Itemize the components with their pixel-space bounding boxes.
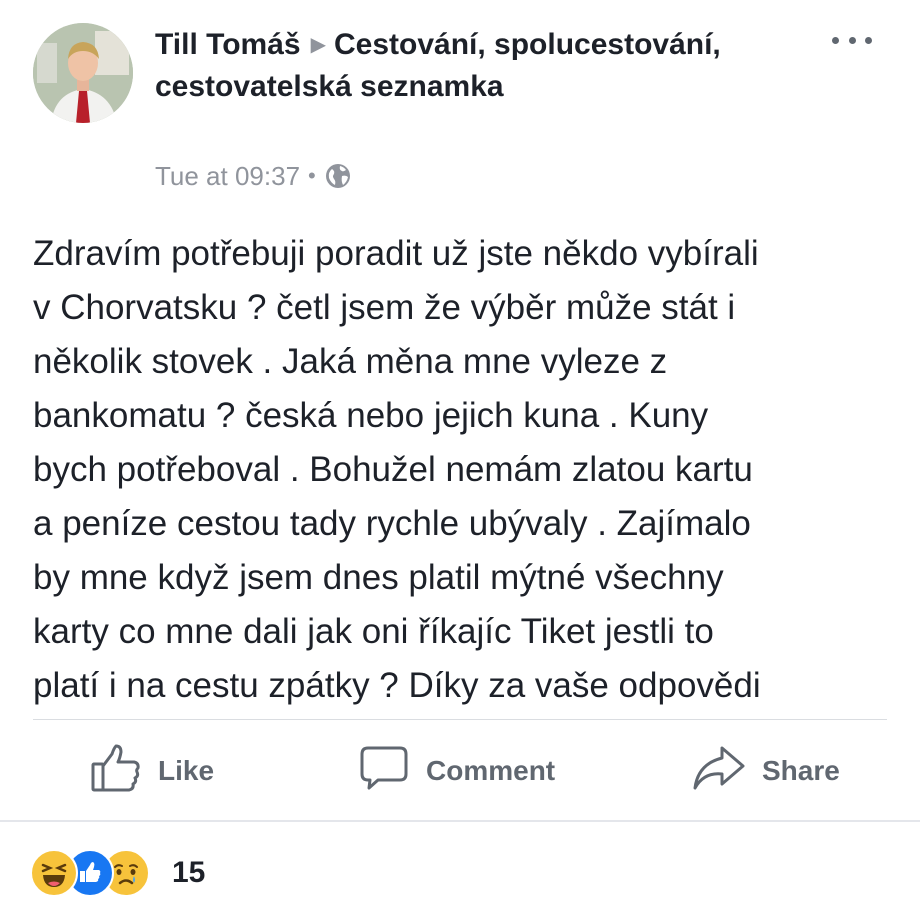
facebook-post: Till Tomáš ▶ Cestování, spolucestování, ce… [0,0,920,919]
meta-separator: • [308,163,316,188]
post-text-line: bankomatu ? česká nebo jejich kuna . Kun… [33,396,709,435]
post-text-line: by mne když jsem dnes platil mýtné všech… [33,558,724,597]
comment-button[interactable]: Comment [358,745,555,797]
post-text-line: a peníze cestou tady rychle ubývaly . Za… [33,504,751,543]
post-timestamp[interactable]: Tue at 09:37 [155,161,300,192]
share-button[interactable]: Share [692,745,840,797]
arrow-right-icon: ▶ [310,34,326,56]
menu-dot [865,36,872,44]
comment-bubble-icon [358,742,410,801]
globe-icon[interactable] [324,162,352,190]
post-text-line: platí i na cestu zpátky ? Díky za vaše o… [33,666,761,705]
more-options-icon[interactable] [832,30,872,50]
avatar-photo [33,23,133,123]
post-text-line: Zdravím potřebuji poradit už jste někdo … [33,234,759,273]
menu-dot [832,36,839,44]
reaction-count[interactable]: 15 [172,856,205,890]
menu-dot [848,36,856,44]
share-arrow-icon [692,742,746,801]
post-text-line: v Chorvatsku ? četl jsem že výběr může s… [33,288,736,327]
like-button[interactable]: Like [90,744,215,797]
author-name[interactable]: Till Tomáš [155,28,301,61]
haha-icon [30,849,78,897]
like-label: Like [158,755,215,786]
post-text-line: karty co mne dali jak oni říkajíc Tiket … [33,612,714,651]
divider [33,719,887,720]
post-text-line: několik stovek . Jaká měna mne vyleze z [33,342,668,381]
share-label: Share [762,755,840,786]
action-bar: Like Comment Share [0,725,920,817]
reactions-summary[interactable]: 15 [30,848,205,898]
post-meta: Tue at 09:37 • [155,156,352,196]
comment-label: Comment [426,755,556,786]
post-header: Till Tomáš ▶ Cestování, spolucestování, ce… [155,24,795,108]
post-text: Zdravím potřebuji poradit už jste někdo … [33,227,893,713]
thumbs-up-icon [90,742,142,801]
author-avatar[interactable] [33,23,133,123]
post-text-line: bych potřeboval . Bohužel nemám zlatou k… [33,450,753,489]
divider [0,820,920,822]
